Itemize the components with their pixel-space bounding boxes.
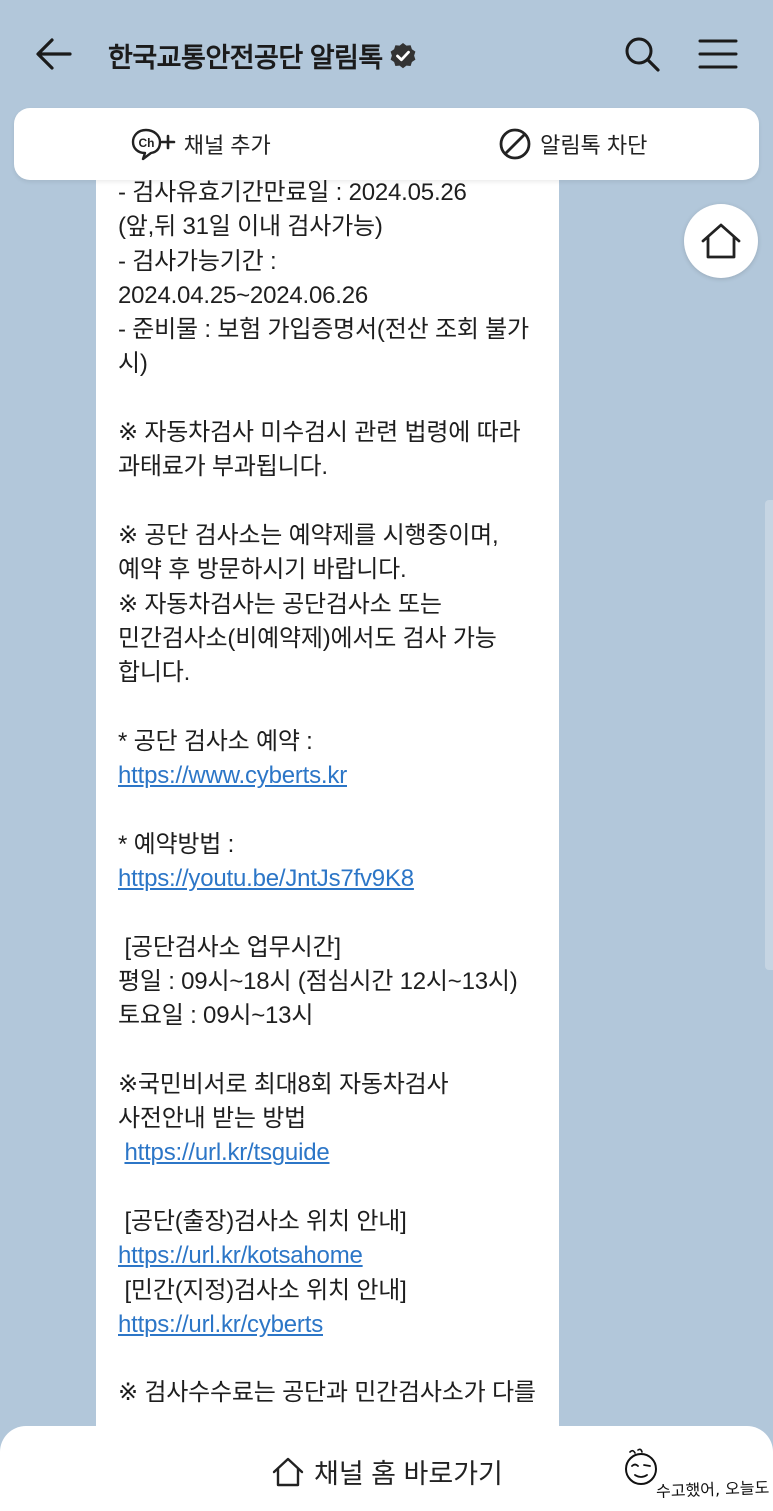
message-line-text: (앞,뒤 31일 이내 검사가능) (118, 213, 383, 241)
message-line: - 검사유효기간만료일 : 2024.05.26 (118, 176, 548, 210)
channel-home-button[interactable]: 채널 홈 바로가기 (272, 1452, 503, 1491)
message-link-line: https://www.cyberts.kr (118, 759, 548, 793)
message-line: [공단(출장)검사소 위치 안내] (118, 1205, 548, 1239)
search-icon[interactable] (622, 34, 662, 74)
message-link[interactable]: https://www.cyberts.kr (118, 762, 347, 789)
message-line-text: - 준비물 : 보험 가입증명서(전산 조회 불가 (118, 316, 529, 344)
message-line: ※ 자동차검사 미수검시 관련 법령에 따라 (118, 416, 548, 450)
message-link[interactable]: https://url.kr/cyberts (118, 1311, 323, 1338)
message-line (118, 896, 548, 930)
message-line-text: [민간(지정)검사소 위치 안내] (118, 1276, 407, 1304)
message-line: (앞,뒤 31일 이내 검사가능) (118, 210, 548, 244)
message-line: 2024.04.25~2024.06.26 (118, 279, 548, 313)
message-line: * 예약방법 : (118, 828, 548, 862)
channel-home-label: 채널 홈 바로가기 (314, 1459, 503, 1489)
message-line-text: 2024.04.25~2024.06.26 (118, 281, 369, 309)
message-line-text: ※국민비서로 최대8회 자동차검사 (118, 1070, 449, 1098)
message-line: 민간검사소(비예약제)에서도 검사 가능 (118, 622, 548, 656)
message-line (118, 485, 548, 519)
message-line-text: 과태료가 부과됩니다. (118, 453, 328, 481)
message-line-text: [공단(출장)검사소 위치 안내] (118, 1207, 407, 1235)
scrollbar[interactable] (765, 500, 773, 970)
message-bubble: - 검사유효기간만료일 : 2024.05.26 (앞,뒤 31일 이내 검사가능… (96, 150, 559, 1450)
message-line: [민간(지정)검사소 위치 안내] (118, 1274, 548, 1308)
block-label: 알림톡 차단 (540, 133, 648, 158)
message-line (118, 382, 548, 416)
bottom-bar: 채널 홈 바로가기 수고했어, 오늘도 (0, 1426, 773, 1511)
add-channel-label: 채널 추가 (183, 133, 271, 158)
message-link-line: https://youtu.be/JntJs7fv9K8 (118, 862, 548, 896)
message-line-text: 민간검사소(비예약제)에서도 검사 가능 (118, 624, 497, 652)
channel-title-text: 한국교통안전공단 알림톡 (108, 43, 383, 73)
message-line: * 공단 검사소 예약 : (118, 725, 548, 759)
sticker-text: 수고했어, 오늘도 (655, 1478, 770, 1501)
message-line (118, 1171, 548, 1205)
message-line: 시) (118, 347, 548, 381)
message-line-text: ※ 자동차검사는 공단검사소 또는 (118, 590, 442, 618)
message-line (118, 1342, 548, 1376)
message-line: 합니다. (118, 656, 548, 690)
back-arrow-icon[interactable] (34, 36, 74, 72)
channel-action-bar: Ch 채널 추가 알림톡 차단 (14, 108, 759, 180)
message-link[interactable]: https://url.kr/tsguide (124, 1139, 329, 1166)
home-icon (701, 223, 741, 259)
message-line: - 검사가능기간 : (118, 245, 548, 279)
message-line-text: 합니다. (118, 659, 191, 687)
message-line-text: - 검사유효기간만료일 : 2024.05.26 (118, 179, 467, 206)
message-line-text: - 검사가능기간 : (118, 247, 277, 275)
message-link[interactable]: https://youtu.be/JntJs7fv9K8 (118, 865, 414, 892)
message-line: 예약 후 방문하시기 바랍니다. (118, 553, 548, 587)
message-line (118, 793, 548, 827)
home-icon (272, 1457, 304, 1486)
svg-text:Ch: Ch (138, 136, 154, 150)
channel-title: 한국교통안전공단 알림톡 (108, 36, 417, 75)
message-line-text: ※ 검사수수료는 공단과 민간검사소가 다를 (118, 1379, 536, 1407)
block-icon (499, 128, 531, 160)
block-notification-button[interactable]: 알림톡 차단 (387, 108, 760, 180)
message-line-text: 토요일 : 09시~13시 (118, 1002, 314, 1030)
message-line: [공단검사소 업무시간] (118, 931, 548, 965)
message-line: 토요일 : 09시~13시 (118, 999, 548, 1033)
message-line: ※ 자동차검사는 공단검사소 또는 (118, 588, 548, 622)
message-line (118, 1033, 548, 1067)
message-link-line: https://url.kr/cyberts (118, 1308, 548, 1342)
message-line: ※ 검사수수료는 공단과 민간검사소가 다를 (118, 1376, 548, 1410)
verified-badge-icon (390, 42, 416, 68)
message-line: ※ 공단 검사소는 예약제를 시행중이며, (118, 519, 548, 553)
message-line-text: ※ 공단 검사소는 예약제를 시행중이며, (118, 521, 499, 549)
message-line: 사전안내 받는 방법 (118, 1102, 548, 1136)
message-line: 과태료가 부과됩니다. (118, 450, 548, 484)
message-line (118, 690, 548, 724)
menu-icon[interactable] (698, 38, 738, 70)
message-line: ※국민비서로 최대8회 자동차검사 (118, 1068, 548, 1102)
message-line-text: 사전안내 받는 방법 (118, 1105, 306, 1133)
home-floating-button[interactable] (684, 204, 758, 278)
channel-add-icon: Ch (131, 128, 176, 161)
message-line-text: 예약 후 방문하시기 바랍니다. (118, 556, 407, 584)
add-channel-button[interactable]: Ch 채널 추가 (14, 108, 387, 180)
message-link-line: https://url.kr/tsguide (118, 1136, 548, 1170)
top-bar: 한국교통안전공단 알림톡 (0, 0, 773, 108)
emoticon-sticker[interactable]: 수고했어, 오늘도 (622, 1448, 770, 1508)
message-line-text: [공단검사소 업무시간] (118, 933, 341, 961)
message-text: - 검사유효기간만료일 : 2024.05.26 (앞,뒤 31일 이내 검사가능… (118, 176, 548, 1411)
message-line-text: 시) (118, 350, 148, 378)
message-line-text: 평일 : 09시~18시 (점심시간 12시~13시) (118, 967, 518, 995)
message-link[interactable]: https://url.kr/kotsahome (118, 1242, 363, 1269)
message-line: - 준비물 : 보험 가입증명서(전산 조회 불가 (118, 313, 548, 347)
message-line-text: * 공단 검사소 예약 : (118, 727, 313, 755)
message-line-text: ※ 자동차검사 미수검시 관련 법령에 따라 (118, 419, 521, 447)
message-line-text: * 예약방법 : (118, 830, 235, 858)
message-line: 평일 : 09시~18시 (점심시간 12시~13시) (118, 965, 548, 999)
message-link-line: https://url.kr/kotsahome (118, 1239, 548, 1273)
